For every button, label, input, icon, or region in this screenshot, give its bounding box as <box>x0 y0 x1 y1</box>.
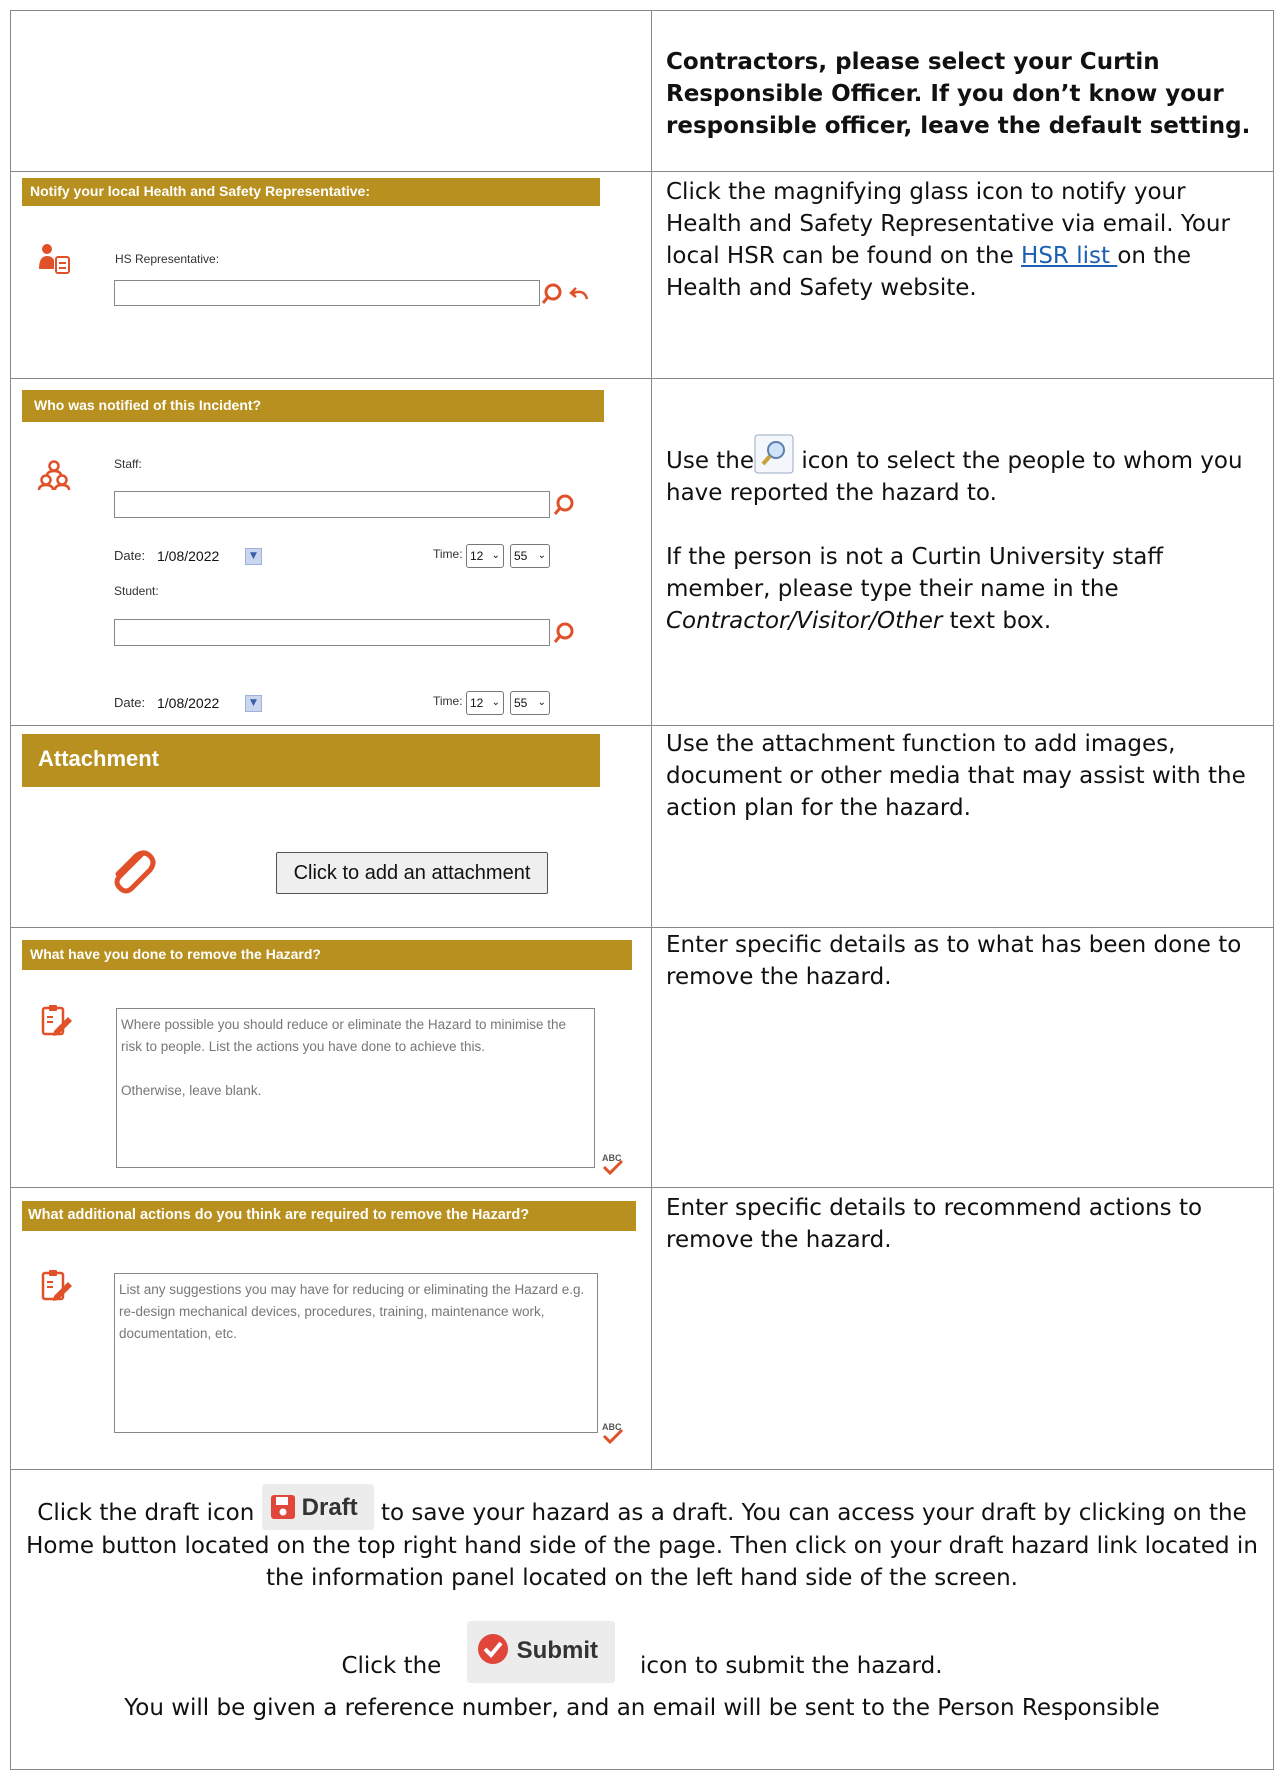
person-badge-icon <box>37 243 71 281</box>
attachment-section-header: Attachment <box>22 734 600 787</box>
student-hour-select[interactable]: 12 ⌄ <box>466 691 504 715</box>
submit-instructions: Click the Submit icon to submit the haza… <box>20 1620 1264 1683</box>
svg-text:ABC: ABC <box>602 1153 622 1163</box>
removed-section-header: What have you done to remove the Hazard? <box>22 940 632 970</box>
clipboard-edit-icon <box>40 1003 74 1041</box>
student-date-dropdown-icon[interactable]: ▼ <box>245 695 262 712</box>
clipboard-edit-icon <box>40 1268 74 1306</box>
row-divider <box>10 927 1274 928</box>
paperclip-icon <box>104 842 160 902</box>
column-divider <box>651 10 652 1470</box>
magnifier-button-icon <box>754 434 794 474</box>
spellcheck-icon[interactable]: ABC <box>600 1152 626 1180</box>
hsr-description: Click the magnifying glass icon to notif… <box>666 179 1230 301</box>
student-label: Student: <box>114 584 159 598</box>
staff-date-label: Date: <box>114 548 146 563</box>
hs-representative-label: HS Representative: <box>115 252 220 266</box>
additional-section-header: What additional actions do you think are… <box>22 1201 636 1231</box>
checkmark-icon <box>477 1633 508 1664</box>
additional-actions-textarea[interactable]: List any suggestions you may have for re… <box>114 1273 598 1433</box>
save-icon <box>270 1494 295 1519</box>
staff-time-label: Time: <box>433 547 463 561</box>
staff-date-dropdown-icon[interactable]: ▼ <box>245 548 262 565</box>
draft-instructions: Click the draft icon Draft to save your … <box>20 1483 1264 1594</box>
row-divider <box>10 1469 1274 1470</box>
notified-section-header: Who was notified of this Incident? <box>22 390 604 422</box>
search-icon[interactable] <box>552 492 578 522</box>
notified-description: Use the icon to select the people to who… <box>666 434 1266 637</box>
hs-representative-input[interactable] <box>114 280 540 306</box>
hsr-section-header: Notify your local Health and Safety Repr… <box>22 178 600 206</box>
staff-minute-select[interactable]: 55 ⌄ <box>510 544 550 568</box>
add-attachment-button[interactable]: Click to add an attachment <box>276 852 548 894</box>
spellcheck-icon[interactable]: ABC <box>600 1421 626 1449</box>
draft-button-image: Draft <box>261 1483 374 1530</box>
student-input[interactable] <box>114 619 550 646</box>
staff-input[interactable] <box>114 491 550 518</box>
attachment-description: Use the attachment function to add image… <box>666 731 1246 821</box>
removed-actions-textarea[interactable]: Where possible you should reduce or elim… <box>116 1008 595 1168</box>
hsr-list-link[interactable]: HSR list <box>1021 243 1117 269</box>
reference-number-note: You will be given a reference number, an… <box>124 1695 1160 1721</box>
student-date-label: Date: <box>114 695 146 710</box>
search-icon[interactable] <box>552 620 578 650</box>
additional-description: Enter specific details to recommend acti… <box>666 1195 1203 1253</box>
undo-icon[interactable] <box>567 285 591 309</box>
removed-description: Enter specific details as to what has be… <box>666 932 1242 990</box>
row-divider <box>10 725 1274 726</box>
people-group-icon <box>37 460 71 496</box>
submit-button-image: Submit <box>466 1620 615 1683</box>
student-time-label: Time: <box>433 694 463 708</box>
contractors-description: Contractors, please select your Curtin R… <box>666 49 1251 139</box>
row-divider <box>10 378 1274 379</box>
search-icon[interactable] <box>541 281 567 311</box>
svg-text:ABC: ABC <box>602 1422 622 1432</box>
row-divider <box>10 1187 1274 1188</box>
staff-hour-select[interactable]: 12 ⌄ <box>466 544 504 568</box>
row-divider <box>10 171 1274 172</box>
student-minute-select[interactable]: 55 ⌄ <box>510 691 550 715</box>
staff-label: Staff: <box>114 457 142 471</box>
